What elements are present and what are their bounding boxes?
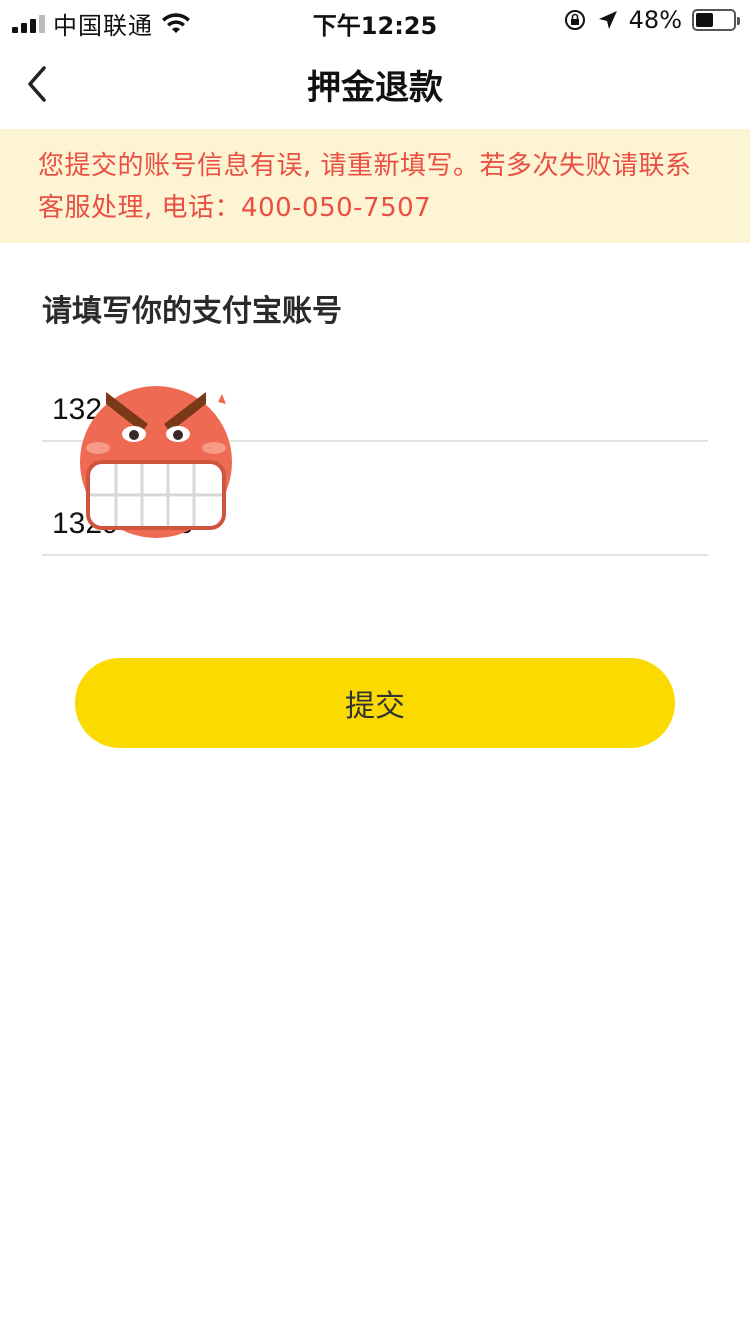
screen: 中国联通 下午12:25 48% 押金退款 您提交的账号信息有误, 请重新填写。… <box>0 0 750 1334</box>
error-message: 您提交的账号信息有误, 请重新填写。若多次失败请联系客服处理, 电话：400-0… <box>38 151 692 223</box>
status-right: 48% <box>563 6 740 34</box>
submit-button-label: 提交 <box>345 690 405 723</box>
page-title: 押金退款 <box>307 68 443 108</box>
status-bar: 中国联通 下午12:25 48% <box>0 0 750 40</box>
orientation-lock-icon <box>564 10 585 30</box>
submit-button[interactable]: 提交 <box>75 658 675 748</box>
error-banner: 您提交的账号信息有误, 请重新填写。若多次失败请联系客服处理, 电话：400-0… <box>0 129 750 243</box>
alipay-account-label: 请填写你的支付宝账号 <box>42 294 342 329</box>
location-arrow-icon <box>598 11 617 29</box>
battery-percent: 48% <box>628 6 682 34</box>
angry-face-sticker <box>80 386 232 538</box>
battery-icon <box>692 9 740 31</box>
nav-bar: 押金退款 <box>0 40 750 128</box>
